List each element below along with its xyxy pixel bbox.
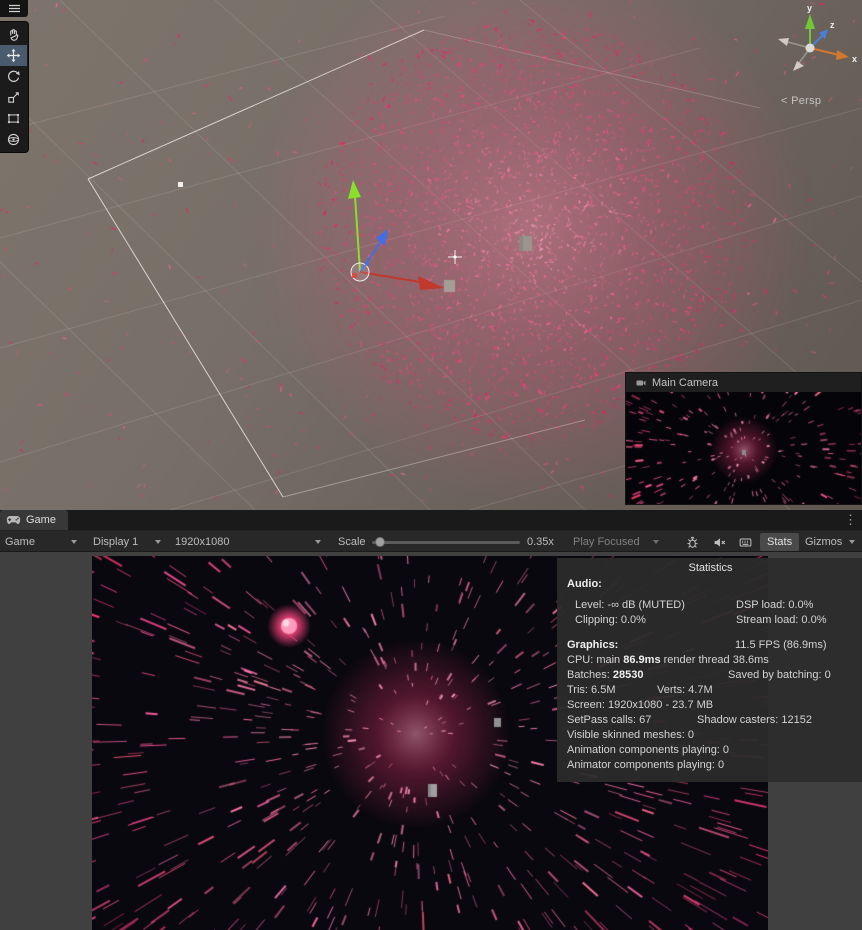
hand-icon — [10, 29, 19, 41]
frame-debugger-button[interactable] — [681, 533, 703, 551]
axis-z-label: z — [830, 20, 835, 30]
chevron-down-icon — [71, 540, 77, 544]
gizmo-x-arrow[interactable] — [418, 276, 444, 290]
tab-game-label: Game — [26, 514, 56, 526]
stats-animation-row: Animation components playing: 0 — [567, 744, 730, 756]
stats-audio-heading: Audio: — [567, 578, 602, 590]
keyboard-shortcuts-button[interactable] — [734, 533, 756, 551]
game-panel-tab-bar: Game ⋮ — [0, 510, 862, 530]
keyboard-icon — [739, 538, 751, 546]
scale-value: 0.35x — [527, 536, 554, 548]
sparkle-icon — [448, 250, 462, 264]
game-view-mode-dropdown[interactable]: Game — [0, 533, 82, 551]
scene-view[interactable]: y z x < Persp Main Camera — [0, 0, 862, 510]
overlay-menu-button[interactable] — [0, 0, 28, 17]
game-toolbar: Game Display 1 1920x1080 Scale 0.35x Pla… — [0, 530, 862, 552]
perspective-toggle[interactable]: < Persp — [781, 95, 821, 107]
rotate-icon — [8, 70, 20, 82]
stats-tris-row: Tris: 6.5M Verts: 4.7M — [567, 684, 713, 696]
gizmo-z-arrow[interactable] — [376, 229, 388, 246]
scale-slider-knob[interactable] — [375, 537, 385, 547]
bug-icon — [686, 536, 698, 548]
unity-editor: y z x < Persp Main Camera Game ⋮ Game Di… — [0, 0, 862, 930]
mute-audio-button[interactable] — [708, 533, 730, 551]
camera-icon — [636, 380, 646, 385]
stats-button[interactable]: Stats — [760, 533, 800, 551]
axis-y-cone[interactable] — [805, 14, 815, 29]
chevron-down-icon — [653, 540, 659, 544]
statistics-panel: Statistics Audio: Level: -∞ dB (MUTED) DS… — [557, 558, 862, 782]
resolution-dropdown[interactable]: 1920x1080 — [170, 533, 326, 551]
scale-slider-track[interactable] — [372, 541, 520, 544]
wireframe-handle[interactable] — [178, 182, 183, 187]
camera-preview-render — [626, 392, 861, 504]
scene-orientation-gizmo[interactable]: y z x — [760, 2, 860, 94]
stats-batches-row: Batches: 28530 Saved by batching: 0 — [567, 669, 831, 681]
camera-preview-title: Main Camera — [652, 376, 719, 389]
play-focused-dropdown[interactable]: Play Focused — [568, 533, 664, 551]
stats-audio-level-row: Level: -∞ dB (MUTED) DSP load: 0.0% — [575, 599, 814, 611]
scale-label: Scale — [338, 536, 366, 548]
axis-x-label: x — [852, 54, 857, 64]
scene-tool-palette — [0, 0, 29, 153]
display-dropdown[interactable]: Display 1 — [88, 533, 166, 551]
mute-audio-icon — [714, 537, 725, 547]
gamepad-icon — [6, 515, 21, 524]
transform-icon — [7, 133, 20, 146]
transform-gizmo[interactable] — [322, 172, 472, 302]
transform-tool-button[interactable] — [0, 129, 27, 150]
stats-screen-row: Screen: 1920x1080 - 23.7 MB — [567, 699, 714, 711]
stats-setpass-row: SetPass calls: 67 Shadow casters: 12152 — [567, 714, 812, 726]
scale-tool-button[interactable] — [0, 87, 27, 108]
gizmos-dropdown[interactable]: Gizmos — [800, 533, 860, 551]
hand-tool-button[interactable] — [0, 24, 27, 45]
axis-x-cone[interactable] — [836, 50, 849, 60]
tab-bar-kebab-menu[interactable]: ⋮ — [844, 511, 857, 529]
statistics-title: Statistics — [688, 562, 733, 574]
chevron-down-icon — [155, 540, 161, 544]
move-tool-button[interactable] — [0, 45, 27, 66]
axis-neg-z-cone[interactable] — [793, 61, 804, 71]
stats-skinned-row: Visible skinned meshes: 0 — [567, 729, 694, 741]
tab-game[interactable]: Game — [0, 510, 68, 530]
axis-y-label: y — [807, 3, 812, 13]
move-icon — [6, 48, 21, 63]
axis-neg-x-cone[interactable] — [778, 38, 789, 46]
scale-icon — [8, 92, 19, 103]
rect-tool-button[interactable] — [0, 108, 27, 129]
rect-icon — [7, 113, 20, 124]
axis-center-cube[interactable] — [805, 43, 815, 53]
stats-graphics-heading-row: Graphics: 11.5 FPS (86.9ms) — [567, 639, 827, 651]
stats-audio-clipping-row: Clipping: 0.0% Stream load: 0.0% — [575, 614, 827, 626]
scale-slider[interactable] — [372, 533, 520, 551]
game-view: Statistics Audio: Level: -∞ dB (MUTED) DS… — [0, 552, 862, 930]
hamburger-icon — [8, 4, 20, 13]
gizmo-y-arrow[interactable] — [348, 180, 361, 199]
rotate-tool-button[interactable] — [0, 66, 27, 87]
stats-cpu-row: CPU: main 86.9ms render thread 38.6ms — [567, 654, 769, 666]
stats-animator-row: Animator components playing: 0 — [567, 759, 725, 771]
camera-preview: Main Camera — [625, 372, 862, 505]
chevron-down-icon — [849, 540, 855, 544]
chevron-down-icon — [315, 540, 321, 544]
